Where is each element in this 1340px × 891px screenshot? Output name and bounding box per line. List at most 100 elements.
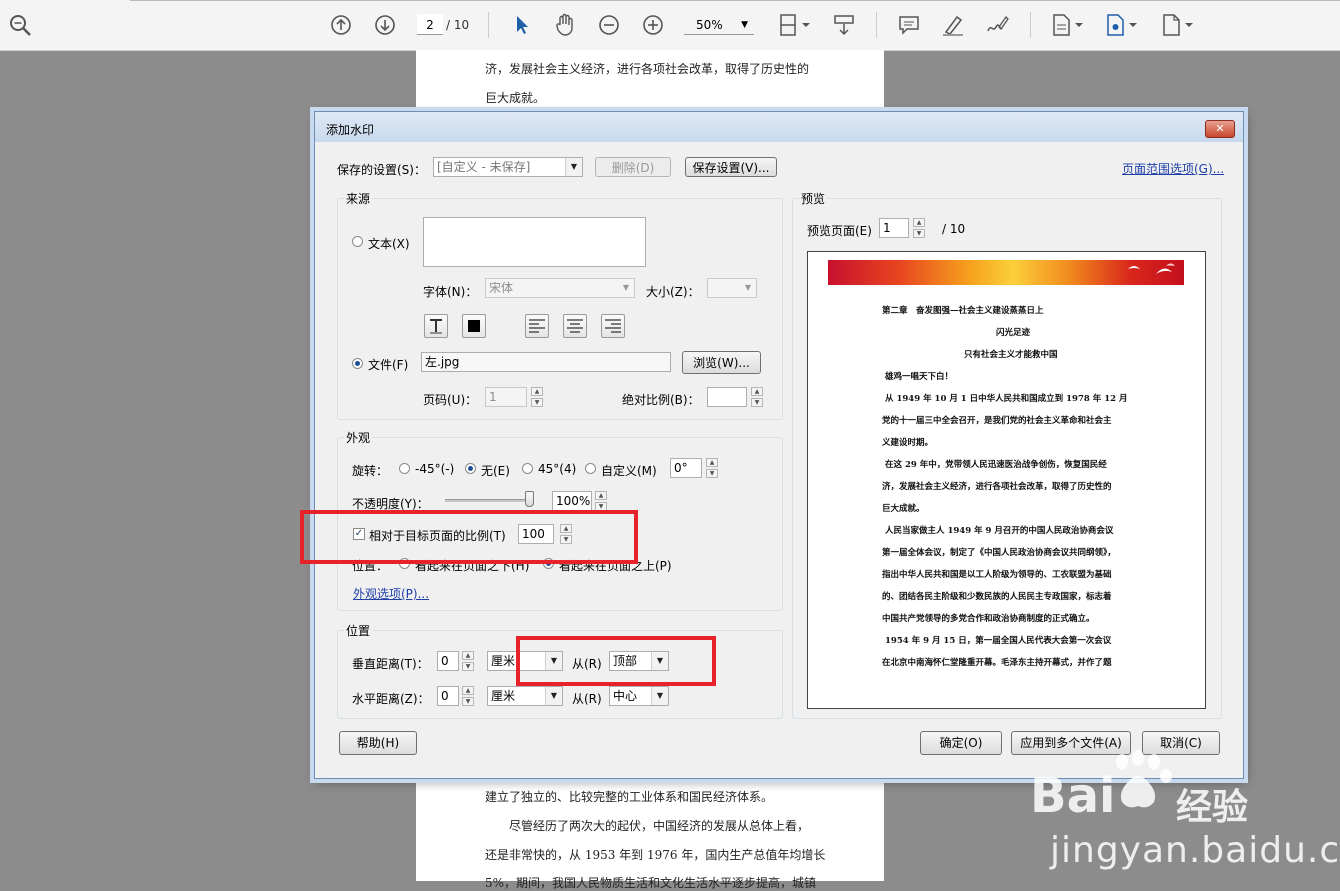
preview-text-line: 只有社会主义才能救中国 bbox=[964, 350, 1058, 360]
horizontal-unit-select[interactable]: 厘米 ▼ bbox=[487, 686, 563, 706]
watermark-url: jingyan.baidu.com bbox=[1050, 830, 1340, 871]
saved-settings-select[interactable]: [自定义 - 未保存] ▼ bbox=[433, 157, 583, 177]
source-group-label: 来源 bbox=[344, 190, 373, 207]
source-text-label: 文本(X) bbox=[368, 237, 410, 251]
document-menu-icon[interactable] bbox=[1160, 12, 1196, 38]
preview-group-label: 预览 bbox=[799, 190, 828, 207]
saved-settings-label: 保存的设置(S)： bbox=[337, 163, 426, 177]
page-number-input[interactable]: 1 bbox=[485, 387, 527, 407]
rotation-custom-input[interactable]: 0° bbox=[670, 458, 702, 478]
align-center-button[interactable] bbox=[563, 314, 587, 338]
dialog-titlebar[interactable]: 添加水印 ✕ bbox=[315, 112, 1243, 142]
add-watermark-dialog: 添加水印 ✕ 保存的设置(S)： [自定义 - 未保存] ▼ 删除(D) 保存设… bbox=[314, 111, 1244, 779]
rotation-custom-radio[interactable] bbox=[585, 463, 596, 474]
horizontal-unit-value: 厘米 bbox=[491, 689, 516, 703]
document-text-line: 济，发展社会主义经济，进行各项社会改革，取得了历史性的 bbox=[485, 62, 810, 76]
size-select[interactable]: ▼ bbox=[707, 278, 757, 298]
rotation-custom-stepper[interactable]: ▲ ▼ bbox=[706, 458, 718, 478]
page-number-stepper[interactable]: ▲ ▼ bbox=[531, 387, 543, 407]
current-page-input[interactable]: 2 bbox=[417, 14, 443, 35]
chevron-down-icon: ▼ bbox=[741, 20, 748, 30]
align-right-button[interactable] bbox=[601, 314, 625, 338]
saved-settings-value: [自定义 - 未保存] bbox=[437, 160, 531, 174]
horizontal-distance-stepper[interactable]: ▲ ▼ bbox=[462, 686, 474, 706]
preview-page-thumbnail: 第二章 奋发图强—社会主义建设蒸蒸日上 闪光足迹 只有社会主义才能救中国 雄鸡一… bbox=[807, 251, 1206, 709]
document-text-line: 还是非常快的，从 1953 年到 1976 年，国内生产总值年均增长 bbox=[485, 848, 826, 862]
preview-text-line: 闪光足迹 bbox=[996, 328, 1031, 338]
rotation-45-radio[interactable] bbox=[522, 463, 533, 474]
page-range-options-link[interactable]: 页面范围选项(G)... bbox=[1122, 160, 1224, 177]
horizontal-distance-input[interactable]: 0 bbox=[437, 686, 459, 706]
vertical-distance-label: 垂直距离(T)： bbox=[352, 657, 429, 671]
toolbar-separator bbox=[1030, 12, 1031, 38]
document-text-line: 巨大成就。 bbox=[485, 91, 546, 105]
dialog-title: 添加水印 bbox=[326, 123, 375, 137]
fit-page-icon[interactable] bbox=[776, 12, 812, 38]
preview-page-input[interactable]: 1 bbox=[879, 218, 909, 238]
color-swatch-icon bbox=[468, 320, 480, 332]
zoom-level-select[interactable]: 50% ▼ bbox=[684, 14, 754, 35]
ok-button[interactable]: 确定(O) bbox=[920, 731, 1002, 755]
save-settings-button[interactable]: 保存设置(V)... bbox=[685, 157, 777, 177]
hand-tool-icon[interactable] bbox=[552, 12, 578, 38]
opacity-stepper[interactable]: ▲ ▼ bbox=[595, 491, 607, 511]
align-center-icon bbox=[567, 319, 583, 333]
opacity-slider-track[interactable] bbox=[445, 499, 529, 502]
horizontal-from-value: 中心 bbox=[613, 689, 638, 703]
appearance-options-link[interactable]: 外观选项(P)... bbox=[353, 585, 429, 602]
preview-text-line: 义建设时期。 bbox=[882, 438, 934, 448]
preview-text-line: 指出中华人民共和国是以工人阶级为领导的、工农联盟为基础 bbox=[882, 570, 1112, 580]
source-file-radio[interactable] bbox=[352, 358, 363, 369]
document-text-line: 尽管经历了两次大的起伏，中国经济的发展从总体上看， bbox=[485, 819, 810, 833]
select-arrow-icon[interactable] bbox=[510, 12, 534, 38]
prev-page-icon[interactable] bbox=[328, 12, 354, 38]
vertical-distance-stepper[interactable]: ▲ ▼ bbox=[462, 651, 474, 671]
browse-button[interactable]: 浏览(W)... bbox=[682, 351, 761, 374]
zoom-search-icon[interactable] bbox=[6, 12, 34, 38]
absolute-scale-input[interactable] bbox=[707, 387, 747, 407]
page-settings-icon[interactable] bbox=[1104, 12, 1140, 38]
zoom-in-icon[interactable] bbox=[640, 12, 666, 38]
watermark-text-input[interactable] bbox=[423, 217, 646, 267]
help-button[interactable]: 帮助(H) bbox=[339, 731, 417, 755]
vertical-unit-value: 厘米 bbox=[491, 654, 516, 668]
rotation-neg45-radio[interactable] bbox=[399, 463, 410, 474]
text-style-button[interactable] bbox=[424, 314, 448, 338]
scroll-mode-icon[interactable] bbox=[830, 12, 858, 38]
dove-icon bbox=[1128, 263, 1175, 274]
close-button[interactable]: ✕ bbox=[1205, 120, 1235, 138]
zoom-out-icon[interactable] bbox=[596, 12, 622, 38]
chevron-down-icon: ▼ bbox=[618, 279, 634, 297]
rotation-45-label: 45°(4) bbox=[538, 462, 577, 476]
preview-text-line: 中国共产党领导的多党合作和政治协商制度的正式确立。 bbox=[882, 614, 1095, 624]
highlight-pen-icon[interactable] bbox=[940, 12, 966, 38]
file-path-field[interactable]: 左.jpg bbox=[421, 352, 671, 372]
preview-text-line: 在北京中南海怀仁堂隆重开幕。毛泽东主持开幕式，并作了题 bbox=[882, 658, 1112, 668]
page-number-label: 页码(U)： bbox=[423, 393, 478, 407]
comment-icon[interactable] bbox=[896, 12, 922, 38]
font-select[interactable]: 宋体 ▼ bbox=[485, 278, 635, 298]
preview-page-stepper[interactable]: ▲ ▼ bbox=[913, 218, 925, 238]
source-text-radio[interactable] bbox=[352, 236, 363, 247]
page-total: / 10 bbox=[446, 18, 470, 32]
size-label: 大小(Z)： bbox=[646, 285, 700, 299]
preview-text-line: 党的十一届三中全会召开，是我们党的社会主义革命和社会主 bbox=[882, 416, 1112, 426]
page-menu-icon[interactable] bbox=[1050, 12, 1086, 38]
sign-icon[interactable] bbox=[984, 12, 1010, 38]
preview-banner-image bbox=[828, 260, 1184, 285]
preview-text-line: 人民当家做主人 1949 年 9 月召开的中国人民政治协商会议 bbox=[868, 526, 1114, 536]
horizontal-from-select[interactable]: 中心 ▼ bbox=[609, 686, 669, 706]
vertical-distance-input[interactable]: 0 bbox=[437, 651, 459, 671]
next-page-icon[interactable] bbox=[372, 12, 398, 38]
opacity-slider-thumb[interactable] bbox=[525, 491, 534, 507]
text-style-icon bbox=[430, 319, 442, 334]
font-value: 宋体 bbox=[489, 281, 514, 295]
preview-text-line: 的、团结各民主阶级和少数民族的人民民主专政国家，标志着 bbox=[882, 592, 1112, 602]
opacity-input[interactable]: 100% bbox=[552, 491, 592, 511]
delete-button[interactable]: 删除(D) bbox=[595, 157, 671, 177]
absolute-scale-stepper[interactable]: ▲ ▼ bbox=[751, 387, 763, 407]
text-color-button[interactable] bbox=[462, 314, 486, 338]
preview-text-line: 雄鸡一唱天下白！ bbox=[868, 372, 954, 382]
align-left-button[interactable] bbox=[525, 314, 549, 338]
rotation-none-radio[interactable] bbox=[465, 463, 476, 474]
